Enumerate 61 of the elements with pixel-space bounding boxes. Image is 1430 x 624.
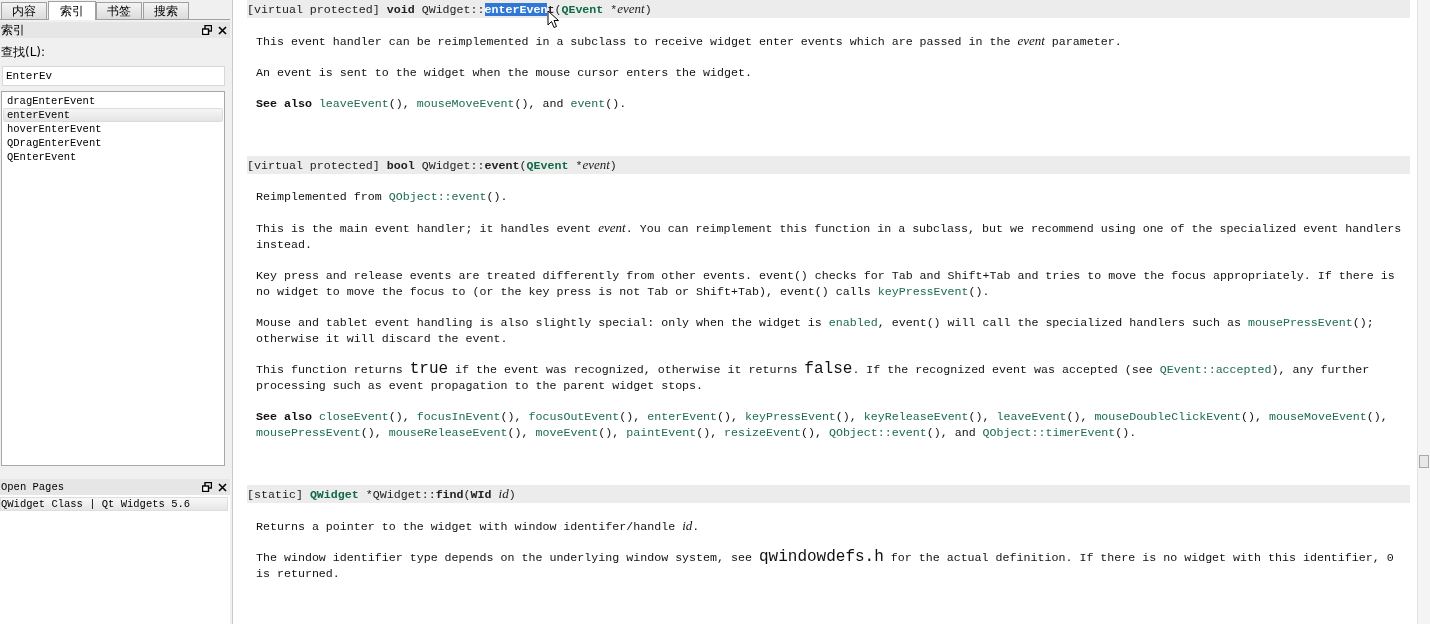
open-page-item[interactable]: QWidget Class | Qt Widgets 5.6: [0, 497, 228, 511]
link[interactable]: enterEvent: [647, 410, 718, 423]
type-link[interactable]: QEvent: [561, 3, 604, 16]
paragraph: Key press and release events are treated differently from other events. event() checks for Tab and Shift+Tab and tries to move the focus appropriately. If there is no widget to move the focus to (or the key press is not Tab or Shift+Tab), event() calls keyPressEvent().: [256, 268, 1396, 300]
paragraph: This event handler can be reimplemented in a subclass to receive widget enter events which are passed in the event parameter.: [256, 33, 1123, 50]
search-field[interactable]: EnterEv: [2, 66, 225, 86]
link[interactable]: QEvent::accepted: [1159, 363, 1272, 376]
link[interactable]: focusInEvent: [416, 410, 501, 423]
scrollbar[interactable]: [1417, 0, 1430, 624]
link[interactable]: mouseDoubleClickEvent: [1094, 410, 1242, 423]
link[interactable]: leaveEvent: [996, 410, 1067, 423]
link[interactable]: moveEvent: [535, 426, 599, 439]
tab[interactable]: 索引: [48, 1, 96, 20]
dock-title: Open Pages: [1, 481, 65, 493]
index-item[interactable]: hoverEnterEvent: [3, 122, 223, 136]
paragraph: The window identifier type depends on the underlying window system, see qwindowdefs.h for the actual definition. If there is no widget with this identifier, 0 is returned.: [256, 550, 1395, 582]
tab[interactable]: 搜索: [143, 2, 189, 19]
link[interactable]: keyReleaseEvent: [863, 410, 969, 423]
link[interactable]: enabled: [828, 316, 878, 329]
paragraph: Mouse and tablet event handling is also slightly special: only when the widget is enabled, event() will call the specialized handlers such as mousePressEvent(); otherwise it will discard the event.: [256, 315, 1375, 347]
link[interactable]: event: [570, 97, 606, 110]
link[interactable]: leaveEvent: [318, 97, 389, 110]
paragraph: This function returns true if the event was recognized, otherwise it returns false. If the recognized event was accepted (see QEvent::accepted), any further processing such as event propagation to the parent widget stops.: [256, 362, 1371, 394]
paragraph: Reimplemented from QObject::event().: [256, 189, 509, 205]
search-label: 查找(L):: [1, 44, 46, 61]
float-icon[interactable]: [202, 25, 212, 35]
type-link[interactable]: QWidget: [309, 488, 359, 501]
function-signature: [static] QWidget *QWidget::find(WId id): [247, 485, 1410, 503]
link[interactable]: QObject::timerEvent: [982, 426, 1116, 439]
type-link[interactable]: QEvent: [526, 159, 569, 172]
index-item[interactable]: QEnterEvent: [3, 150, 223, 164]
index-item[interactable]: enterEvent: [3, 108, 223, 122]
link[interactable]: mousePressEvent: [256, 426, 361, 439]
paragraph: An event is sent to the widget when the mouse cursor enters the widget.: [256, 65, 753, 81]
paragraph: Returns a pointer to the widget with window identifer/handle id.: [256, 518, 701, 535]
link[interactable]: keyPressEvent: [877, 285, 969, 298]
tab[interactable]: 内容: [1, 2, 47, 19]
link[interactable]: mouseMoveEvent: [416, 97, 515, 110]
index-item[interactable]: QDragEnterEvent: [3, 136, 223, 150]
link[interactable]: mouseMoveEvent: [1269, 410, 1367, 423]
close-icon[interactable]: [218, 25, 227, 35]
scrollbar-thumb[interactable]: [1419, 455, 1429, 468]
dock-title: 索引: [1, 21, 26, 39]
tab[interactable]: 书签: [96, 2, 142, 19]
link[interactable]: resizeEvent: [724, 426, 801, 439]
paragraph: See also closeEvent(), focusInEvent(), focusOutEvent(), enterEvent(), keyPressEvent(), keyReleaseEvent(), leaveEvent(), mouseDoubleClickEvent(), mouseMoveEvent(), mousePressEvent(), mouseReleaseEvent(), moveEvent(), paintEvent(), resizeEvent(), QObject::event(), and QObject::timerEvent().: [256, 409, 1389, 441]
link[interactable]: paintEvent: [626, 426, 697, 439]
close-icon[interactable]: [218, 482, 227, 492]
paragraph: See also leaveEvent(), mouseMoveEvent(), and event().: [256, 96, 628, 112]
link[interactable]: mousePressEvent: [1247, 316, 1353, 329]
link[interactable]: mouseReleaseEvent: [388, 426, 508, 439]
link[interactable]: QObject::event: [828, 426, 927, 439]
paragraph: This is the main event handler; it handles event event. You can reimplement this function in a subclass, but we recommend using one of the specialized event handlers instead.: [256, 220, 1403, 253]
selected-text: enterEven: [484, 3, 548, 16]
link[interactable]: closeEvent: [318, 410, 389, 423]
float-icon[interactable]: [202, 482, 212, 492]
function-signature: [virtual protected] bool QWidget::event(QEvent *event): [247, 156, 1410, 174]
index-item[interactable]: dragEnterEvent: [3, 94, 223, 108]
link[interactable]: keyPressEvent: [745, 410, 836, 423]
link[interactable]: QObject::event: [388, 190, 487, 203]
link[interactable]: focusOutEvent: [528, 410, 620, 423]
